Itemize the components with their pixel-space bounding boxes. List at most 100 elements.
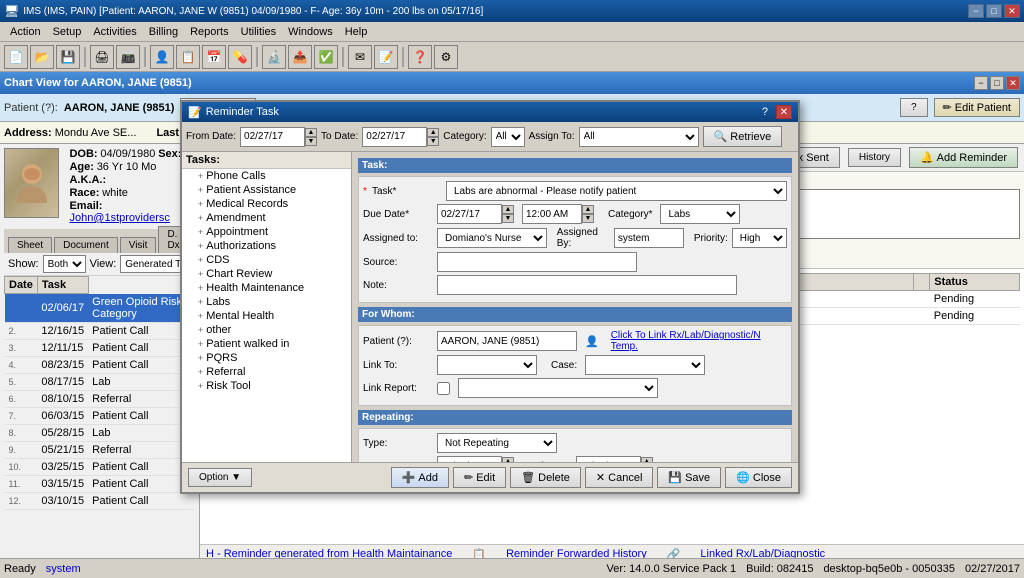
end-date-up[interactable]: ▲ (641, 457, 653, 462)
due-time-input[interactable] (522, 204, 582, 224)
chart-maximize[interactable]: □ (990, 76, 1004, 90)
tb-lab[interactable]: 🔬 (262, 45, 286, 69)
close-button[interactable]: 🌐 Close (725, 467, 792, 488)
modal-help[interactable]: ? (762, 106, 768, 118)
note-input[interactable] (437, 275, 737, 295)
tree-item[interactable]: +Authorizations (182, 239, 351, 253)
tree-item[interactable]: +CDS (182, 253, 351, 267)
table-row[interactable]: 8.05/28/15Lab (5, 424, 196, 441)
minimize-button[interactable]: − (968, 4, 984, 18)
modal-retrieve-btn[interactable]: 🔍 Retrieve (703, 126, 783, 147)
link-report-checkbox[interactable] (437, 382, 450, 395)
case-select[interactable] (585, 355, 705, 375)
to-date-input[interactable] (362, 127, 427, 147)
tree-item[interactable]: +Risk Tool (182, 379, 351, 393)
tb-print[interactable]: 🖨 (90, 45, 114, 69)
click-to-link[interactable]: Click To Link Rx/Lab/Diagnostic/N Temp. (611, 330, 787, 352)
tb-ref[interactable]: 📤 (288, 45, 312, 69)
tree-item[interactable]: +Patient Assistance (182, 183, 351, 197)
from-date-down[interactable]: ▼ (305, 137, 317, 146)
assigned-by-input[interactable] (614, 228, 684, 248)
edit-button[interactable]: ✏ Edit (453, 467, 506, 488)
tree-item[interactable]: +Referral (182, 365, 351, 379)
task-field-select[interactable]: Labs are abnormal - Please notify patien… (446, 181, 787, 201)
category-task-select[interactable]: Labs (660, 204, 740, 224)
end-date-input[interactable] (576, 456, 641, 462)
link-report-select[interactable] (458, 378, 658, 398)
table-row[interactable]: 10.03/25/15Patient Call (5, 458, 196, 475)
link-to-select[interactable] (437, 355, 537, 375)
help-button[interactable]: ? (900, 98, 928, 117)
tb-settings[interactable]: ⚙ (434, 45, 458, 69)
category-filter-select[interactable]: All (491, 127, 525, 147)
cancel-button[interactable]: ✕ Cancel (585, 467, 653, 488)
to-date-field[interactable]: ▲ ▼ (362, 127, 439, 147)
table-row[interactable]: 3.12/11/15Patient Call (5, 339, 196, 356)
edit-patient-button[interactable]: ✏ Edit Patient (934, 98, 1020, 117)
tb-open[interactable]: 📂 (30, 45, 54, 69)
tb-auth[interactable]: ✅ (314, 45, 338, 69)
table-row[interactable]: 4.08/23/15Patient Call (5, 356, 196, 373)
chart-minimize[interactable]: − (974, 76, 988, 90)
to-date-spinner[interactable]: ▲ ▼ (427, 128, 439, 146)
due-date-up[interactable]: ▲ (502, 205, 514, 214)
tree-item[interactable]: +Phone Calls (182, 169, 351, 183)
from-date-input[interactable] (240, 127, 305, 147)
chart-close[interactable]: ✕ (1006, 76, 1020, 90)
table-row[interactable]: 7.06/03/15Patient Call (5, 407, 196, 424)
tree-item[interactable]: +Appointment (182, 225, 351, 239)
tab-document[interactable]: Document (54, 237, 118, 253)
tb-schedule[interactable]: 📅 (202, 45, 226, 69)
tree-item[interactable]: +Health Maintenance (182, 281, 351, 295)
maximize-button[interactable]: □ (986, 4, 1002, 18)
due-date-input[interactable] (437, 204, 502, 224)
patient-whom-input[interactable] (437, 331, 577, 351)
show-select[interactable]: Both (43, 255, 86, 273)
menu-billing[interactable]: Billing (143, 24, 184, 40)
history-btn[interactable]: History (848, 148, 901, 167)
table-row[interactable]: 2.12/16/15Patient Call (5, 322, 196, 339)
tree-item[interactable]: +other (182, 323, 351, 337)
table-row[interactable]: ▶02/06/17Green Opioid Risk Category (5, 294, 196, 323)
from-date-field[interactable]: ▲ ▼ (240, 127, 317, 147)
table-row[interactable]: 9.05/21/15Referral (5, 441, 196, 458)
tb-msg[interactable]: ✉ (348, 45, 372, 69)
tb-save[interactable]: 💾 (56, 45, 80, 69)
to-date-down[interactable]: ▼ (427, 137, 439, 146)
add-reminder-btn[interactable]: 🔔 Add Reminder (909, 147, 1018, 168)
tb-rx[interactable]: 💊 (228, 45, 252, 69)
save-button[interactable]: 💾 Save (657, 467, 721, 488)
modal-close-x[interactable]: ✕ (776, 105, 792, 119)
tab-sheet[interactable]: Sheet (8, 237, 52, 253)
tb-chart[interactable]: 📋 (176, 45, 200, 69)
menu-action[interactable]: Action (4, 24, 47, 40)
menu-reports[interactable]: Reports (184, 24, 235, 40)
tree-item[interactable]: +PQRS (182, 351, 351, 365)
menu-utilities[interactable]: Utilities (235, 24, 282, 40)
tree-item[interactable]: +Amendment (182, 211, 351, 225)
assigned-to-select[interactable]: Domiano's Nurse (437, 228, 547, 248)
add-button[interactable]: ➕ Add (391, 467, 449, 488)
tree-item[interactable]: +Labs (182, 295, 351, 309)
due-time-down[interactable]: ▼ (582, 214, 594, 223)
start-date-up[interactable]: ▲ (502, 457, 514, 462)
repeat-type-select[interactable]: Not Repeating (437, 433, 557, 453)
assign-to-select[interactable]: All (579, 127, 699, 147)
option-button[interactable]: Option ▼ (188, 468, 252, 487)
from-date-up[interactable]: ▲ (305, 128, 317, 137)
tb-help[interactable]: ❓ (408, 45, 432, 69)
tab-visit[interactable]: Visit (120, 237, 157, 253)
tree-item[interactable]: +Medical Records (182, 197, 351, 211)
priority-select[interactable]: High (732, 228, 787, 248)
tb-patient[interactable]: 👤 (150, 45, 174, 69)
table-row[interactable]: 12.03/10/15Patient Call (5, 492, 196, 509)
tb-fax[interactable]: 📠 (116, 45, 140, 69)
tb-task[interactable]: 📝 (374, 45, 398, 69)
menu-activities[interactable]: Activities (87, 24, 142, 40)
delete-button[interactable]: 🗑 Delete (510, 467, 581, 488)
tree-item[interactable]: +Chart Review (182, 267, 351, 281)
to-date-up[interactable]: ▲ (427, 128, 439, 137)
window-controls[interactable]: − □ ✕ (968, 4, 1020, 18)
start-date-input[interactable] (437, 456, 502, 462)
table-row[interactable]: 11.03/15/15Patient Call (5, 475, 196, 492)
